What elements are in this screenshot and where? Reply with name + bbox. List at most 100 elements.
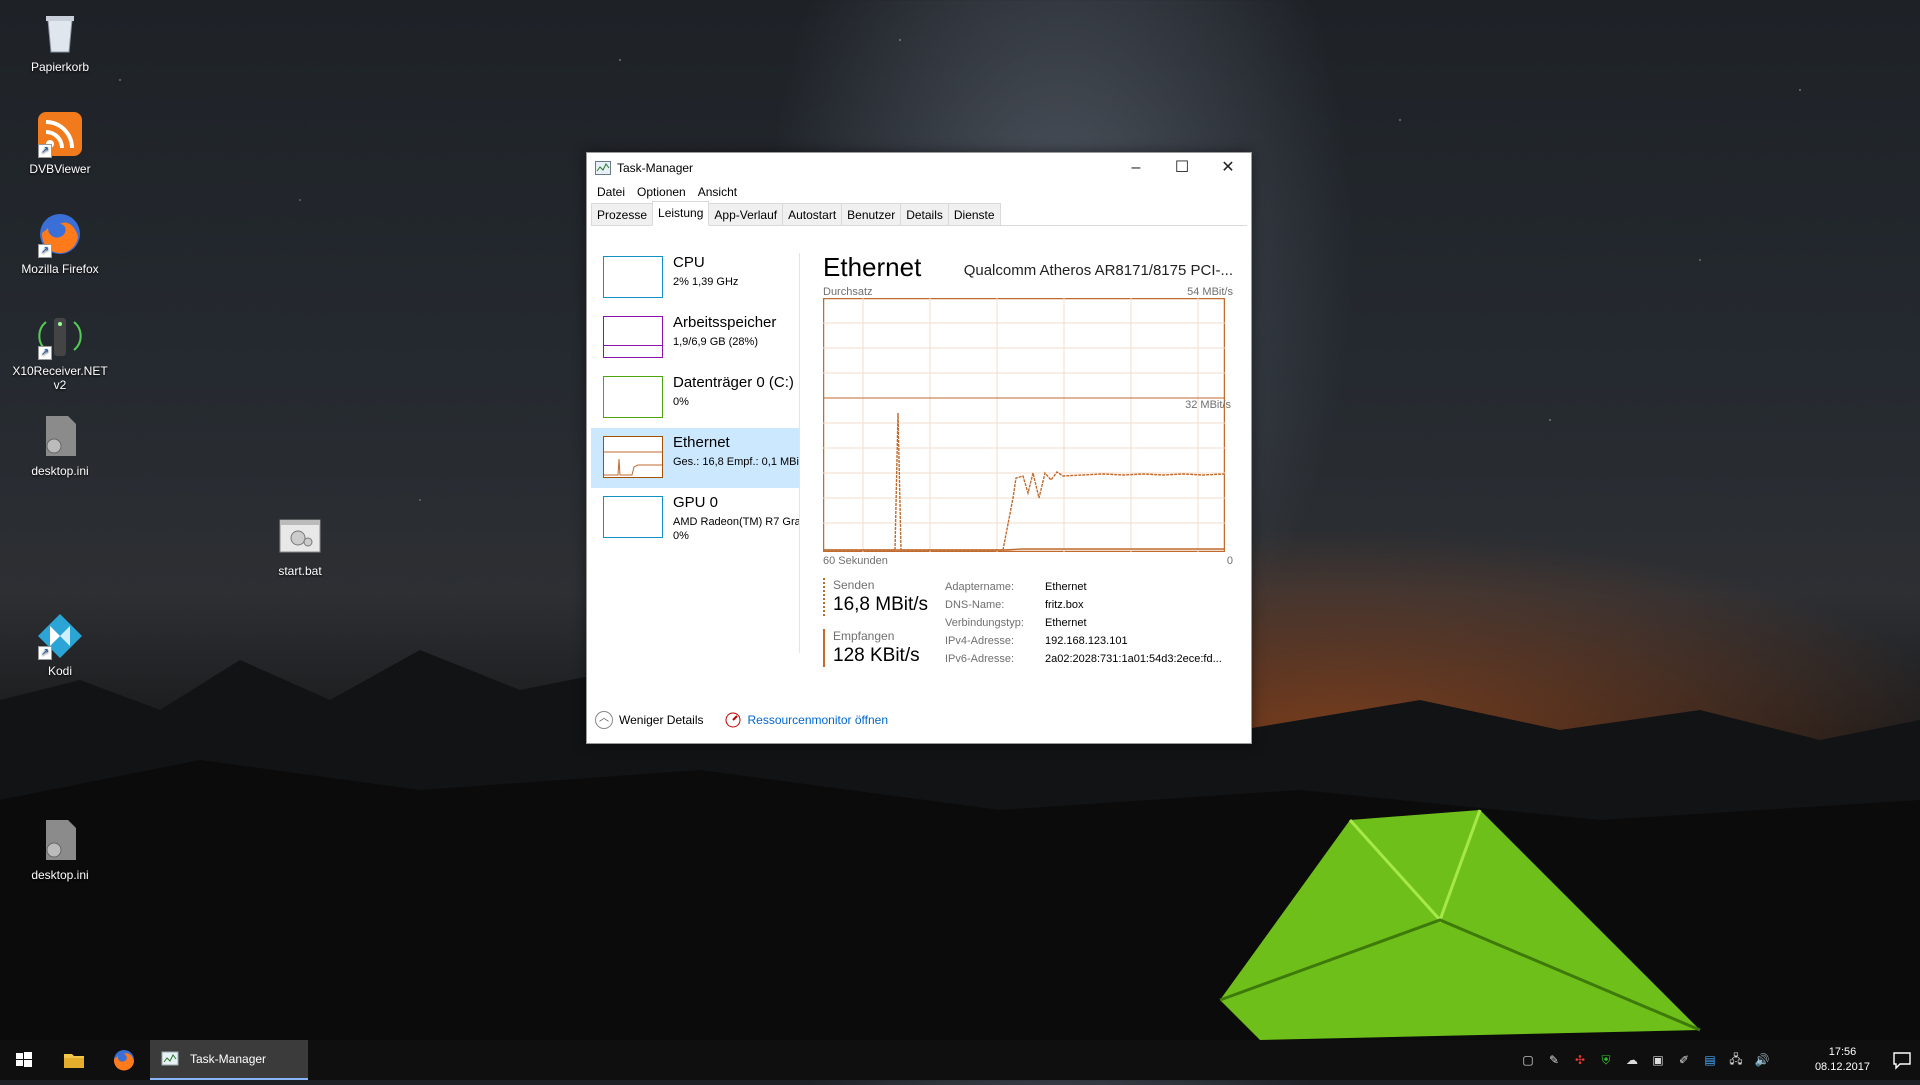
taskbar-task-manager[interactable]: Task-Manager xyxy=(150,1040,308,1080)
graph-mid-label: 32 MBit/s xyxy=(1185,399,1231,411)
tab-autostart[interactable]: Autostart xyxy=(782,203,843,225)
firefox-icon: ↗ xyxy=(36,210,84,258)
start-button[interactable] xyxy=(0,1040,48,1080)
title-bar[interactable]: Task-Manager – ☐ ✕ xyxy=(587,153,1251,183)
desktop-icon-label: DVBViewer xyxy=(29,162,91,176)
dvbviewer-icon: ↗ xyxy=(36,110,84,158)
performance-sidebar: CPU 2% 1,39 GHz Arbeitsspeicher 1,9/6,9 … xyxy=(591,248,799,648)
tray-pen-icon[interactable]: ✎ xyxy=(1546,1053,1562,1067)
tray-app-icon[interactable]: ▣ xyxy=(1650,1053,1666,1067)
action-center-button[interactable] xyxy=(1892,1050,1912,1070)
resource-monitor-label: Ressourcenmonitor öffnen xyxy=(747,713,889,727)
maximize-button[interactable]: ☐ xyxy=(1159,153,1205,183)
tray-edit-icon[interactable]: ✐ xyxy=(1676,1053,1692,1067)
desktop-icon-label: start.bat xyxy=(278,564,322,578)
sidebar-item-sub: 0% xyxy=(673,396,689,408)
tray-volume-icon[interactable]: 🔊 xyxy=(1754,1053,1770,1067)
taskbar-app-label: Task-Manager xyxy=(190,1052,267,1066)
taskbar-firefox[interactable] xyxy=(100,1040,148,1080)
graph-max-label: 54 MBit/s xyxy=(1187,286,1233,298)
settings-file-icon xyxy=(36,412,84,460)
desktop-icon-x10receiver[interactable]: ↗ X10Receiver.NET v2 xyxy=(10,312,110,392)
tab-dienste[interactable]: Dienste xyxy=(947,203,1001,225)
task-manager-window: Task-Manager – ☐ ✕ Datei Optionen Ansich… xyxy=(586,152,1252,744)
ethernet-detail-panel: Ethernet Qualcomm Atheros AR8171/8175 PC… xyxy=(823,248,1233,668)
sidebar-item-sub: 2% 1,39 GHz xyxy=(673,276,739,288)
property-row: IPv6-Adresse: 2a02:2028:731:1a01:54d3:2ec… xyxy=(945,653,1222,665)
taskbar-file-explorer[interactable] xyxy=(50,1040,98,1080)
tray-tablet-icon[interactable]: ▢ xyxy=(1520,1053,1536,1067)
menu-datei[interactable]: Datei xyxy=(593,183,629,203)
graph-time-right: 0 xyxy=(1226,555,1233,567)
receive-stat: Empfangen 128 KBit/s xyxy=(823,629,920,667)
menu-bar: Datei Optionen Ansicht xyxy=(587,183,1251,203)
desktop-icon-desktop-ini-2[interactable]: desktop.ini xyxy=(10,816,110,882)
tab-benutzer[interactable]: Benutzer xyxy=(841,203,902,225)
sidebar-item-cpu[interactable]: CPU 2% 1,39 GHz xyxy=(591,248,799,308)
menu-optionen[interactable]: Optionen xyxy=(633,183,690,203)
property-row: Verbindungstyp: Ethernet xyxy=(945,617,1087,629)
tray-network-status-icon[interactable]: ✣ xyxy=(1572,1053,1588,1067)
desktop-icon-label: Kodi xyxy=(47,664,73,678)
windows-logo-icon xyxy=(16,1052,32,1067)
cpu-mini-graph xyxy=(603,256,663,298)
sidebar-item-sub: AMD Radeon(TM) R7 Graphics xyxy=(673,516,799,528)
sidebar-item-gpu[interactable]: GPU 0 AMD Radeon(TM) R7 Graphics 0% xyxy=(591,488,799,548)
adapter-properties: Adaptername: Ethernet DNS-Name: fritz.box … xyxy=(945,581,1222,671)
tab-app-verlauf[interactable]: App-Verlauf xyxy=(708,203,784,225)
system-tray: ▢ ✎ ✣ ⛨ ☁ ▣ ✐ ▤ 🖧 🔊 xyxy=(1520,1040,1770,1080)
desktop-icon-start-bat[interactable]: start.bat xyxy=(250,512,350,578)
send-value: 16,8 MBit/s xyxy=(833,594,929,615)
property-row: DNS-Name: fritz.box xyxy=(945,599,1084,611)
tray-network-icon[interactable]: 🖧 xyxy=(1728,1050,1744,1071)
throughput-label: Durchsatz xyxy=(823,286,873,298)
sidebar-item-disk[interactable]: Datenträger 0 (C:) 0% xyxy=(591,368,799,428)
resource-monitor-icon xyxy=(725,712,741,728)
desktop-icon-label: Papierkorb xyxy=(30,60,90,74)
sidebar-item-name: CPU xyxy=(673,254,705,271)
tab-leistung[interactable]: Leistung xyxy=(652,201,710,226)
desktop-icon-dvbviewer[interactable]: ↗ DVBViewer xyxy=(10,110,110,176)
desktop-icon-kodi[interactable]: ↗ Kodi xyxy=(10,612,110,678)
settings-file-icon xyxy=(36,816,84,864)
tab-bar: Prozesse Leistung App-Verlauf Autostart … xyxy=(591,201,1247,226)
tray-defender-icon[interactable]: ⛨ xyxy=(1598,1053,1614,1068)
shortcut-arrow-icon: ↗ xyxy=(38,144,52,158)
kodi-icon: ↗ xyxy=(36,612,84,660)
minimize-button[interactable]: – xyxy=(1113,153,1159,183)
recycle-bin-icon xyxy=(36,8,84,56)
batch-file-icon xyxy=(276,512,324,560)
tab-prozesse[interactable]: Prozesse xyxy=(591,203,654,225)
tab-details[interactable]: Details xyxy=(900,203,949,225)
chevron-up-icon: ︿ xyxy=(595,711,613,729)
firefox-icon xyxy=(113,1050,134,1071)
menu-ansicht[interactable]: Ansicht xyxy=(694,183,741,203)
close-button[interactable]: ✕ xyxy=(1205,153,1251,183)
receive-value: 128 KBit/s xyxy=(833,645,920,666)
desktop-icon-recycle-bin[interactable]: Papierkorb xyxy=(10,8,110,74)
desktop-icon-label: Mozilla Firefox xyxy=(21,262,99,276)
memory-mini-graph xyxy=(603,316,663,358)
property-row: IPv4-Adresse: 192.168.123.101 xyxy=(945,635,1128,647)
window-footer: ︿ Weniger Details Ressourcenmonitor öffn… xyxy=(595,711,888,729)
ethernet-mini-graph xyxy=(603,436,663,478)
shortcut-arrow-icon: ↗ xyxy=(38,244,52,258)
sidebar-item-memory[interactable]: Arbeitsspeicher 1,9/6,9 GB (28%) xyxy=(591,308,799,368)
task-manager-icon xyxy=(595,161,611,175)
shortcut-arrow-icon: ↗ xyxy=(38,346,52,360)
tray-onedrive-icon[interactable]: ☁ xyxy=(1624,1053,1640,1067)
sidebar-item-ethernet[interactable]: Ethernet Ges.: 16,8 Empf.: 0,1 MBit/s xyxy=(591,428,799,488)
desktop-icon-label: desktop.ini xyxy=(31,464,89,478)
receive-label: Empfangen xyxy=(833,629,895,643)
tray-dvbviewer-icon[interactable]: ▤ xyxy=(1702,1053,1718,1067)
fewer-details-button[interactable]: ︿ Weniger Details xyxy=(595,711,703,729)
send-label: Senden xyxy=(833,578,875,592)
sidebar-item-sub2: 0% xyxy=(673,530,689,542)
desktop-icon-firefox[interactable]: ↗ Mozilla Firefox xyxy=(10,210,110,276)
taskbar-clock[interactable]: 17:56 08.12.2017 xyxy=(1815,1045,1870,1075)
task-manager-icon xyxy=(161,1051,179,1066)
window-title: Task-Manager xyxy=(617,161,694,175)
desktop-icon-desktop-ini-1[interactable]: desktop.ini xyxy=(10,412,110,478)
gpu-mini-graph xyxy=(603,496,663,538)
resource-monitor-link[interactable]: Ressourcenmonitor öffnen xyxy=(725,712,888,728)
